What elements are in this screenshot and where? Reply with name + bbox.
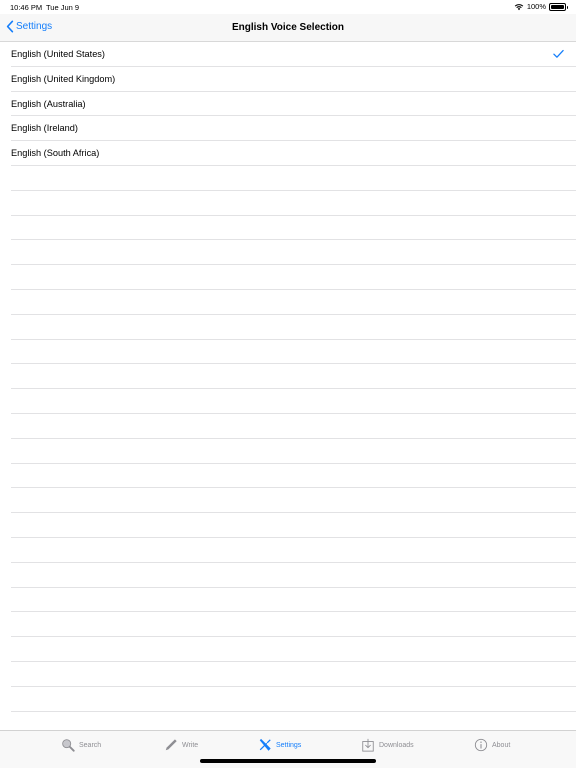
empty-row [11,687,576,712]
empty-row [11,240,576,266]
navigation-bar: Settings English Voice Selection [0,14,576,42]
empty-row [11,389,576,414]
empty-row [11,588,576,613]
status-right: 100% [514,2,568,11]
empty-row [11,315,576,340]
voice-label: English (United Kingdom) [11,73,116,84]
empty-row [11,216,576,241]
voice-list: English (United States) English (United … [0,42,576,737]
checkmark-icon [553,49,564,58]
tab-settings[interactable]: Settings [258,738,301,752]
empty-row [11,414,576,439]
voice-row-united-kingdom[interactable]: English (United Kingdom) [11,67,576,92]
voice-label: English (United States) [11,49,105,59]
page-title: English Voice Selection [231,22,345,33]
empty-row [11,563,576,588]
tab-downloads[interactable]: Downloads [361,738,414,752]
tab-search[interactable]: Search [61,738,101,752]
empty-row [11,637,576,662]
home-indicator [200,759,376,763]
voice-label: English (Ireland) [11,123,78,134]
empty-row [11,488,576,514]
empty-row [11,662,576,687]
battery-percent: 100% [526,2,546,11]
battery-icon [549,2,568,11]
empty-row [11,265,576,290]
empty-row [11,612,576,638]
voice-row-ireland[interactable]: English (Ireland) [11,116,576,142]
tools-icon [259,738,271,751]
empty-row [11,340,576,365]
status-bar: 10:46 PM Tue Jun 9 100% [0,0,576,14]
info-icon [474,738,488,752]
empty-rows [0,166,576,737]
empty-row [11,464,576,489]
tab-label: Write [182,741,199,749]
empty-row [11,364,576,390]
status-date: Tue Jun 9 [46,3,80,12]
voice-label: English (South Africa) [11,148,100,159]
empty-row [11,439,576,464]
voice-row-south-africa[interactable]: English (South Africa) [11,141,576,166]
tab-label: About [492,741,511,749]
tab-label: Search [79,741,102,749]
tab-label: Settings [276,741,302,749]
empty-row [11,191,576,216]
empty-row [11,513,576,538]
wifi-icon [514,3,524,10]
empty-row [11,290,576,315]
magnifier-icon [62,739,75,752]
tab-about[interactable]: About [474,738,510,752]
voice-label: English (Australia) [11,98,86,109]
tab-write[interactable]: Write [164,738,198,752]
pencil-icon [165,739,177,751]
voice-row-australia[interactable]: English (Australia) [11,92,576,117]
status-time: 10:46 PM [10,3,43,12]
empty-row [11,538,576,563]
download-icon [362,738,374,752]
tab-label: Downloads [379,741,414,749]
tab-bar: Search Write Settings Downloads About [0,730,576,768]
empty-row [11,166,576,191]
voice-row-united-states[interactable]: English (United States) [11,42,576,67]
